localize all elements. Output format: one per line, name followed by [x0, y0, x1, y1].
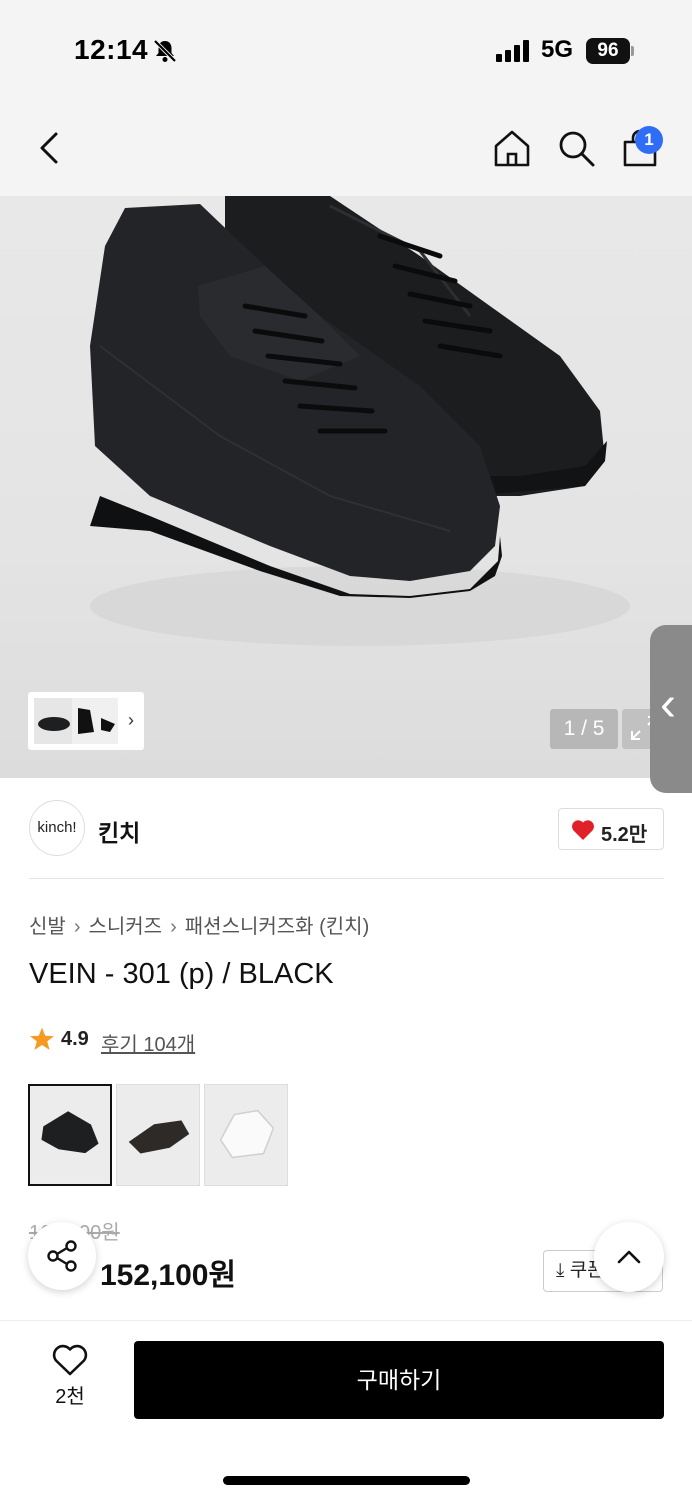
brand-logo[interactable]: kinch!	[29, 800, 85, 856]
back-icon[interactable]	[30, 128, 70, 168]
bell-off-icon	[153, 39, 177, 63]
home-icon[interactable]	[492, 128, 532, 168]
scroll-top-button[interactable]	[594, 1222, 664, 1292]
brand-name[interactable]: 킨치	[98, 814, 140, 848]
status-time: 12:14	[74, 34, 149, 65]
image-counter: 1 / 5	[550, 709, 618, 749]
chevron-right-icon[interactable]: ›	[128, 710, 134, 731]
wishlist-button[interactable]: 2천	[40, 1344, 100, 1414]
product-image	[90, 196, 630, 646]
search-icon[interactable]	[556, 128, 596, 168]
network-label: 5G	[541, 36, 574, 63]
home-indicator	[223, 1476, 470, 1485]
heart-outline-icon	[52, 1344, 88, 1376]
thumbnail-strip[interactable]: ›	[28, 692, 144, 750]
color-option-dark-brown[interactable]	[116, 1084, 200, 1186]
breadcrumb-item[interactable]: 패션스니커즈화 (킨치)	[185, 916, 369, 938]
cart-count-badge: 1	[635, 126, 663, 154]
thumbnail-image[interactable]	[98, 698, 118, 744]
heart-filled-icon	[572, 820, 594, 840]
reviews-link[interactable]: 후기 104개	[101, 1028, 195, 1057]
color-option-white[interactable]	[204, 1084, 288, 1186]
star-icon	[30, 1027, 54, 1050]
breadcrumb-item[interactable]: 신발	[29, 916, 66, 938]
share-icon	[47, 1240, 77, 1272]
brand-like-button[interactable]: 5.2만	[558, 808, 664, 850]
color-option-black[interactable]	[28, 1084, 112, 1186]
thumbnail-image[interactable]	[72, 698, 98, 744]
brand-like-count: 5.2만	[601, 824, 648, 846]
product-title: VEIN - 301 (p) / BLACK	[29, 958, 334, 990]
battery-indicator: 96	[586, 38, 630, 64]
download-icon: ⤓	[556, 1260, 565, 1281]
thumbnail-image[interactable]	[34, 698, 74, 744]
swatch-image	[205, 1085, 287, 1185]
buy-button[interactable]: 구매하기	[134, 1341, 664, 1419]
nav-bar	[0, 100, 692, 196]
rating-score: 4.9	[61, 1028, 89, 1050]
chevron-up-icon	[617, 1250, 641, 1264]
side-panel-handle[interactable]: ‹	[650, 625, 692, 793]
divider	[29, 878, 664, 879]
share-button[interactable]	[28, 1222, 96, 1290]
product-image-gallery[interactable]: › 1 / 5	[0, 196, 692, 778]
chevron-right-icon: ›	[73, 916, 81, 938]
breadcrumb-item[interactable]: 스니커즈	[88, 916, 162, 938]
signal-icon	[496, 40, 529, 62]
battery-nub	[631, 46, 634, 56]
chevron-right-icon: ›	[170, 916, 177, 938]
sale-price: 152,100원	[100, 1259, 237, 1292]
breadcrumb: 신발 › 스니커즈 › 패션스니커즈화 (킨치)	[29, 910, 369, 939]
chevron-left-icon: ‹	[660, 678, 676, 731]
swatch-image	[30, 1086, 110, 1184]
swatch-image	[117, 1085, 199, 1185]
status-bar: 12:14 5G 96	[0, 0, 692, 100]
wishlist-count: 2천	[55, 1386, 85, 1408]
